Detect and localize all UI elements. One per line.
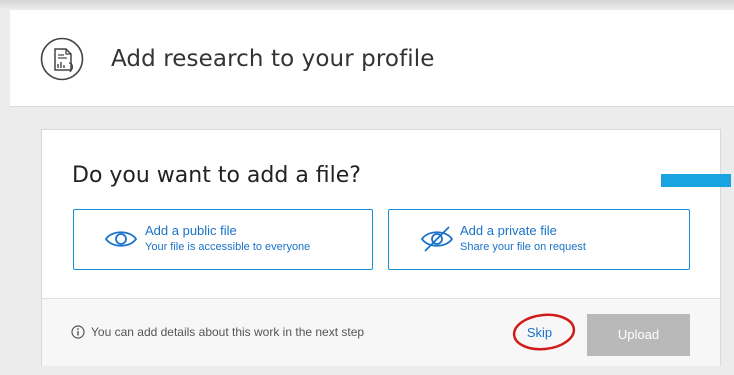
public-file-subtitle: Your file is accessible to everyone bbox=[145, 241, 311, 253]
add-file-card: Do you want to add a file? Add a public … bbox=[41, 129, 731, 366]
page: Add research to your profile Do you want… bbox=[0, 0, 734, 375]
card-question: Do you want to add a file? bbox=[72, 163, 361, 188]
info-icon bbox=[71, 325, 85, 339]
accent-bar bbox=[661, 174, 731, 187]
page-title: Add research to your profile bbox=[111, 46, 435, 72]
add-public-file-button[interactable]: Add a public file Your file is accessibl… bbox=[73, 209, 373, 270]
eye-icon bbox=[104, 231, 138, 247]
private-file-title: Add a private file bbox=[460, 223, 557, 238]
add-private-file-button[interactable]: Add a private file Share your file on re… bbox=[388, 209, 690, 270]
dialog-header: Add research to your profile bbox=[10, 10, 734, 107]
skip-button[interactable]: Skip bbox=[502, 313, 577, 353]
eye-slash-icon bbox=[420, 226, 454, 252]
info-text: You can add details about this work in t… bbox=[91, 325, 365, 339]
private-file-subtitle: Share your file on request bbox=[460, 241, 586, 253]
document-chart-icon bbox=[40, 37, 84, 81]
card-footer: You can add details about this work in t… bbox=[42, 298, 720, 366]
upload-button[interactable]: Upload bbox=[587, 314, 690, 356]
top-shadow bbox=[0, 0, 734, 10]
public-file-title: Add a public file bbox=[145, 223, 237, 238]
